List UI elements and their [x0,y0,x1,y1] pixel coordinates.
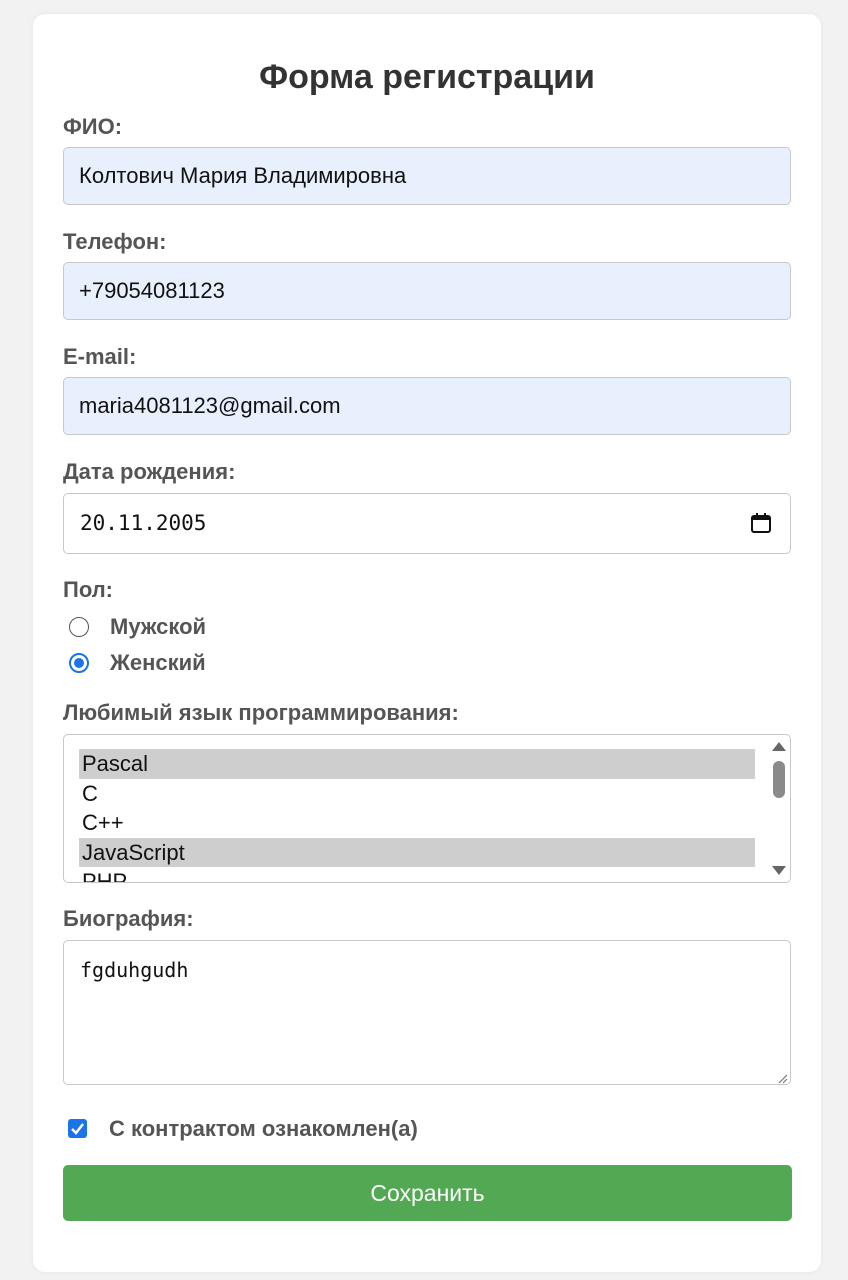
radio-male[interactable] [69,617,89,637]
language-option-php[interactable]: PHP [79,867,755,882]
form-title: Форма регистрации [259,58,595,96]
birthdate-label: Дата рождения: [63,459,236,484]
scroll-up-arrow-icon[interactable] [772,742,786,751]
language-select[interactable]: Pascal C C++ JavaScript PHP [63,734,791,883]
gender-female-label[interactable]: Женский [110,650,206,676]
gender-label: Пол: [63,577,114,602]
bio-label: Биография: [63,906,194,931]
email-label: E-mail: [63,344,137,369]
scroll-down-arrow-icon[interactable] [772,866,786,875]
birthdate-value: 20.11.2005 [80,511,207,535]
phone-input[interactable]: +79054081123 [63,262,791,320]
radio-female[interactable] [69,653,89,673]
contract-label[interactable]: С контрактом ознакомлен(а) [109,1116,418,1142]
language-option-c[interactable]: C [79,779,755,809]
bio-textarea[interactable]: fgduhgudh [63,940,791,1085]
resize-handle-icon[interactable] [777,1071,788,1084]
fio-input[interactable]: Колтович Мария Владимировна [63,147,791,205]
birthdate-input[interactable]: 20.11.2005 [63,493,791,554]
calendar-icon[interactable] [750,512,772,534]
gender-male-label[interactable]: Мужской [110,614,206,640]
scroll-thumb[interactable] [773,761,785,798]
registration-form-card: Форма регистрации ФИО: Колтович Мария Вл… [33,14,821,1272]
language-scrollbar[interactable] [770,735,790,882]
email-input[interactable]: maria4081123@gmail.com [63,377,791,435]
bio-text: fgduhgudh [80,958,189,982]
checkmark-icon [71,1123,84,1135]
language-option-pascal[interactable]: Pascal [79,749,755,779]
phone-label: Телефон: [63,229,167,254]
fio-label: ФИО: [63,114,123,139]
save-button[interactable]: Сохранить [63,1165,792,1221]
contract-checkbox[interactable] [68,1119,87,1138]
language-label: Любимый язык программирования: [63,700,459,725]
language-option-javascript[interactable]: JavaScript [79,837,755,867]
language-option-cpp[interactable]: C++ [79,808,755,838]
